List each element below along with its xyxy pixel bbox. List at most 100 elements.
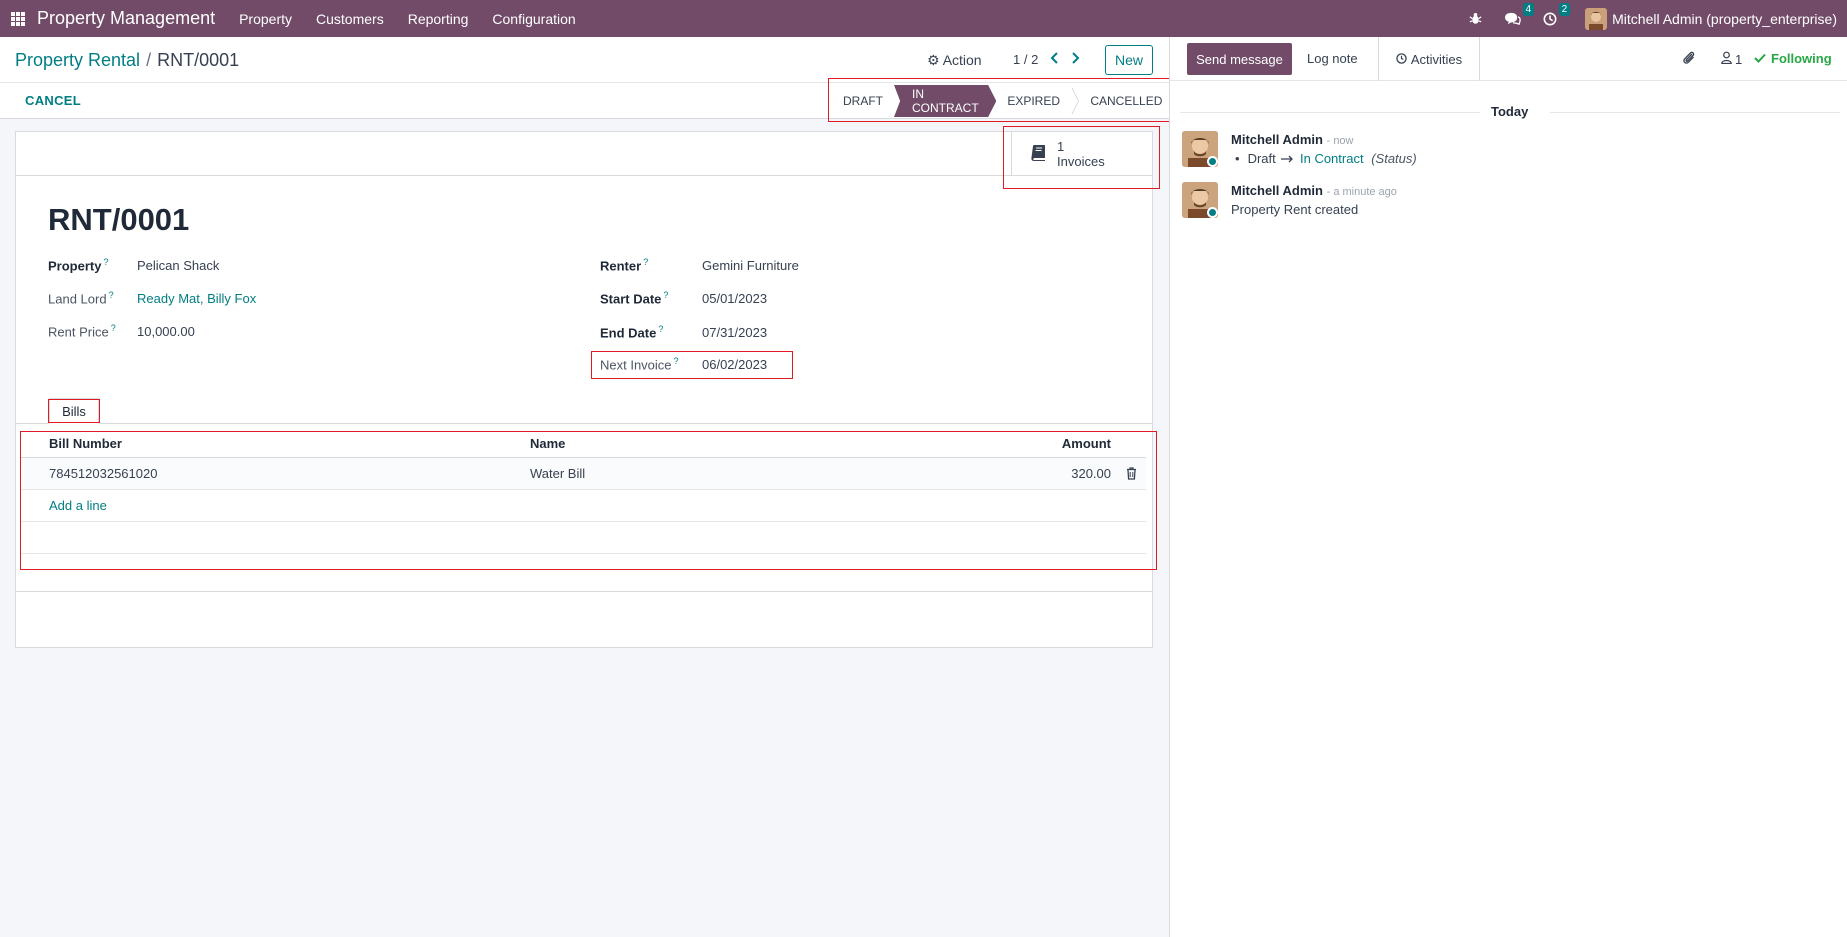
menu-reporting[interactable]: Reporting <box>396 11 481 27</box>
arrow-right-icon <box>1281 151 1298 166</box>
cancel-button[interactable]: CANCEL <box>25 93 81 108</box>
control-panel: Property Rental / RNT/0001 ⚙ Action 1 / 2 … <box>0 37 1169 83</box>
date-divider-right <box>1550 112 1840 113</box>
menu-customers[interactable]: Customers <box>304 11 396 27</box>
menu-property[interactable]: Property <box>227 11 304 27</box>
top-navbar: Property Management Property Customers R… <box>0 0 1847 37</box>
apps-menu-icon[interactable] <box>11 11 25 26</box>
bill-name-cell[interactable]: Water Bill <box>530 466 585 481</box>
main-menu: Property Customers Reporting Configurati… <box>227 11 588 27</box>
messages-badge: 4 <box>1522 2 1535 16</box>
table-row[interactable]: 784512032561020 Water Bill 320.00 <box>20 458 1146 490</box>
next-invoice-label: Next Invoice? <box>600 356 679 373</box>
col-name[interactable]: Name <box>530 436 565 451</box>
message-author: Mitchell Admin - a minute ago <box>1231 183 1397 198</box>
col-bill-number[interactable]: Bill Number <box>49 436 122 451</box>
following-button[interactable]: Following <box>1754 51 1832 66</box>
action-label: Action <box>942 52 982 68</box>
user-avatar[interactable] <box>1585 7 1608 30</box>
button-box: 1 Invoices <box>16 132 1152 176</box>
help-icon[interactable]: ? <box>109 290 114 300</box>
stage-cancelled[interactable]: CANCELLED <box>1079 85 1173 117</box>
tab-divider <box>16 423 1152 424</box>
help-icon[interactable]: ? <box>111 323 116 333</box>
user-icon <box>1721 51 1732 67</box>
property-value[interactable]: Pelican Shack <box>137 258 219 273</box>
old-status: Draft <box>1247 151 1276 166</box>
online-status-icon <box>1207 207 1218 218</box>
form-sheet: 1 Invoices RNT/0001 Property? Pelican Sh… <box>15 131 1153 648</box>
end-date-value[interactable]: 07/31/2023 <box>702 325 767 340</box>
bill-number-cell[interactable]: 784512032561020 <box>49 466 157 481</box>
action-button[interactable]: ⚙ Action <box>927 52 982 69</box>
property-label: Property? <box>48 257 109 274</box>
debug-icon[interactable] <box>1469 12 1482 25</box>
new-button[interactable]: New <box>1105 45 1153 75</box>
gear-icon: ⚙ <box>927 52 940 68</box>
add-line-link[interactable]: Add a line <box>49 498 107 513</box>
rent-price-label: Rent Price? <box>48 323 116 340</box>
stage-expired[interactable]: EXPIRED <box>996 85 1071 117</box>
status-stages: DRAFT IN CONTRACT EXPIRED CANCELLED <box>832 85 1173 117</box>
rent-price-value[interactable]: 10,000.00 <box>137 324 195 339</box>
help-icon[interactable]: ? <box>643 257 648 267</box>
today-separator: Today <box>1491 104 1529 119</box>
chatter-topbar: Send message Log note Activities 1 Follo… <box>1170 37 1847 81</box>
renter-label: Renter? <box>600 257 649 274</box>
clock-icon <box>1396 52 1407 67</box>
next-invoice-value[interactable]: 06/02/2023 <box>702 357 767 372</box>
user-menu[interactable]: Mitchell Admin (property_enterprise) <box>1612 11 1837 27</box>
help-icon[interactable]: ? <box>103 257 108 267</box>
help-icon[interactable]: ? <box>663 290 668 300</box>
message-author: Mitchell Admin - now <box>1231 132 1354 147</box>
start-date-label: Start Date? <box>600 290 669 307</box>
col-amount[interactable]: Amount <box>1062 436 1111 451</box>
messages-icon[interactable]: 4 <box>1504 2 1535 26</box>
sheet-divider <box>16 591 1152 592</box>
end-date-label: End Date? <box>600 324 664 341</box>
log-note-button[interactable]: Log note <box>1307 51 1358 66</box>
start-date-value[interactable]: 05/01/2023 <box>702 291 767 306</box>
tracking-change: • Draft In Contract (Status) <box>1235 151 1417 166</box>
pager-next-icon[interactable] <box>1071 51 1080 67</box>
message-body: Property Rent created <box>1231 202 1359 217</box>
invoices-count: 1 <box>1057 139 1065 154</box>
empty-row <box>20 522 1146 554</box>
activities-clock-icon[interactable]: 2 <box>1543 2 1571 26</box>
help-icon[interactable]: ? <box>674 356 679 366</box>
message-time: - now <box>1326 135 1354 147</box>
book-icon <box>1029 144 1047 165</box>
breadcrumb-current: RNT/0001 <box>157 50 240 70</box>
new-status: In Contract <box>1299 151 1364 166</box>
landlord-label: Land Lord? <box>48 290 114 307</box>
activities-button[interactable]: Activities <box>1378 37 1480 81</box>
pager-previous-icon[interactable] <box>1050 51 1059 67</box>
date-divider-left <box>1180 112 1480 113</box>
online-status-icon <box>1207 156 1218 167</box>
app-brand[interactable]: Property Management <box>37 8 215 29</box>
renter-value[interactable]: Gemini Furniture <box>702 258 799 273</box>
breadcrumb-parent[interactable]: Property Rental <box>15 50 140 70</box>
tab-bills[interactable]: Bills <box>49 398 99 424</box>
invoices-label: Invoices <box>1057 154 1105 169</box>
breadcrumb: Property Rental / RNT/0001 <box>15 50 239 71</box>
form-statusbar: CANCEL DRAFT IN CONTRACT EXPIRED CANCELL… <box>0 83 1169 119</box>
menu-configuration[interactable]: Configuration <box>480 11 587 27</box>
followers-button[interactable]: 1 <box>1721 51 1742 67</box>
landlord-value[interactable]: Ready Mat, Billy Fox <box>137 291 256 306</box>
stage-draft[interactable]: DRAFT <box>832 85 894 117</box>
pager-value[interactable]: 1 / 2 <box>1013 52 1038 67</box>
bill-amount-cell[interactable]: 320.00 <box>1071 466 1111 481</box>
following-label: Following <box>1771 51 1832 66</box>
trash-icon[interactable] <box>1126 467 1137 483</box>
stage-in-contract[interactable]: IN CONTRACT <box>894 85 997 117</box>
send-message-button[interactable]: Send message <box>1187 43 1292 75</box>
invoices-smart-button[interactable]: 1 Invoices <box>1011 132 1152 176</box>
activities-label: Activities <box>1410 51 1463 67</box>
followers-count: 1 <box>1735 51 1743 67</box>
breadcrumb-separator: / <box>146 50 152 70</box>
activities-badge: 2 <box>1558 2 1571 16</box>
help-icon[interactable]: ? <box>658 324 663 334</box>
paperclip-icon[interactable] <box>1682 50 1696 69</box>
message-time: - a minute ago <box>1326 186 1397 198</box>
